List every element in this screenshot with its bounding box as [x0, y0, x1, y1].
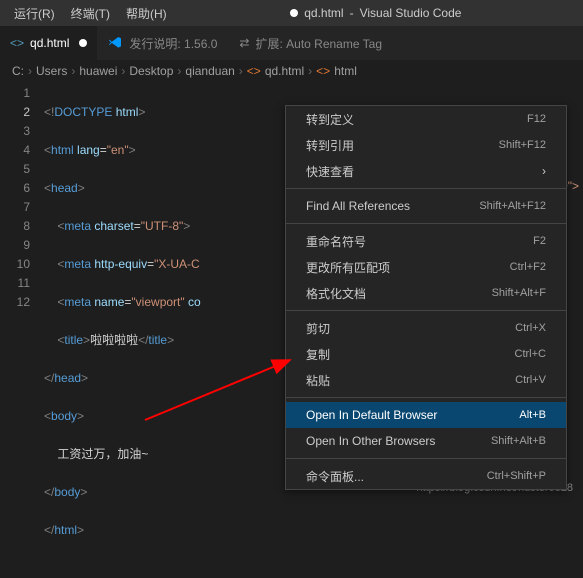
tab-extension[interactable]: ⇄ 扩展: Auto Rename Tag: [227, 35, 394, 52]
ctx-paste[interactable]: 粘贴Ctrl+V: [286, 367, 566, 393]
tab-label: qd.html: [30, 36, 69, 50]
separator: [286, 397, 566, 398]
line-num: 11: [0, 274, 30, 293]
context-menu: 转到定义F12 转到引用Shift+F12 快速查看› Find All Ref…: [285, 105, 567, 490]
separator: [286, 188, 566, 189]
menubar: 运行(R) 终端(T) 帮助(H) qd.html - Visual Studi…: [0, 0, 583, 26]
line-num: 1: [0, 84, 30, 103]
line-num: 3: [0, 122, 30, 141]
ctx-open-in-other-browsers[interactable]: Open In Other BrowsersShift+Alt+B: [286, 428, 566, 454]
annotation-arrow-icon: [140, 350, 300, 430]
ctx-find-all-references[interactable]: Find All ReferencesShift+Alt+F12: [286, 193, 566, 219]
code-line: </html>: [44, 521, 583, 540]
html-element-icon: <>: [316, 64, 330, 78]
line-num: 9: [0, 236, 30, 255]
line-num: 8: [0, 217, 30, 236]
crumb[interactable]: huawei: [79, 64, 117, 78]
tab-label: 发行说明: 1.56.0: [129, 35, 217, 52]
title-app: Visual Studio Code: [360, 6, 462, 20]
line-num: 12: [0, 293, 30, 312]
ctx-rename-symbol[interactable]: 重命名符号F2: [286, 228, 566, 254]
line-num: 10: [0, 255, 30, 274]
extension-icon: ⇄: [239, 36, 249, 50]
crumb[interactable]: qianduan: [185, 64, 234, 78]
breadcrumb[interactable]: C: › Users › huawei › Desktop › qianduan › <>…: [0, 60, 583, 82]
chevron-right-icon: ›: [308, 64, 312, 78]
title-sep: -: [350, 6, 354, 20]
menu-terminal[interactable]: 终端(T): [65, 2, 116, 25]
ctx-open-in-default-browser[interactable]: Open In Default BrowserAlt+B: [286, 402, 566, 428]
ctx-copy[interactable]: 复制Ctrl+C: [286, 341, 566, 367]
tab-release-notes[interactable]: 发行说明: 1.56.0: [97, 26, 227, 60]
chevron-right-icon: ›: [239, 64, 243, 78]
crumb[interactable]: Users: [36, 64, 67, 78]
html-file-icon: <>: [10, 36, 24, 50]
ctx-goto-definition[interactable]: 转到定义F12: [286, 106, 566, 132]
chevron-right-icon: ›: [542, 164, 546, 178]
tab-label: 扩展: Auto Rename Tag: [255, 35, 382, 52]
modified-dot-icon: [290, 9, 298, 17]
menu-run[interactable]: 运行(R): [8, 2, 61, 25]
title-file: qd.html: [304, 6, 343, 20]
line-num: 7: [0, 198, 30, 217]
ctx-peek[interactable]: 快速查看›: [286, 158, 566, 184]
line-num: 6: [0, 179, 30, 198]
line-num: 4: [0, 141, 30, 160]
tab-qd-html[interactable]: <> qd.html: [0, 26, 97, 60]
window-title: qd.html - Visual Studio Code: [177, 6, 575, 20]
separator: [286, 223, 566, 224]
line-num: 2: [0, 103, 30, 122]
crumb[interactable]: qd.html: [265, 64, 304, 78]
modified-indicator-icon: [79, 39, 87, 47]
html-file-icon: <>: [247, 64, 261, 78]
ctx-format-document[interactable]: 格式化文档Shift+Alt+F: [286, 280, 566, 306]
line-numbers: 1 2 3 4 5 6 7 8 9 10 11 12: [0, 82, 44, 578]
vscode-icon: [107, 35, 123, 51]
separator: [286, 458, 566, 459]
ctx-cut[interactable]: 剪切Ctrl+X: [286, 315, 566, 341]
tab-bar: <> qd.html 发行说明: 1.56.0 ⇄ 扩展: Auto Renam…: [0, 26, 583, 60]
crumb[interactable]: Desktop: [129, 64, 173, 78]
chevron-right-icon: ›: [121, 64, 125, 78]
chevron-right-icon: ›: [177, 64, 181, 78]
crumb[interactable]: html: [334, 64, 357, 78]
menu-help[interactable]: 帮助(H): [120, 2, 173, 25]
separator: [286, 310, 566, 311]
ctx-change-all-occurrences[interactable]: 更改所有匹配项Ctrl+F2: [286, 254, 566, 280]
ctx-goto-references[interactable]: 转到引用Shift+F12: [286, 132, 566, 158]
chevron-right-icon: ›: [28, 64, 32, 78]
crumb[interactable]: C:: [12, 64, 24, 78]
line-num: 5: [0, 160, 30, 179]
chevron-right-icon: ›: [71, 64, 75, 78]
ctx-command-palette[interactable]: 命令面板...Ctrl+Shift+P: [286, 463, 566, 489]
